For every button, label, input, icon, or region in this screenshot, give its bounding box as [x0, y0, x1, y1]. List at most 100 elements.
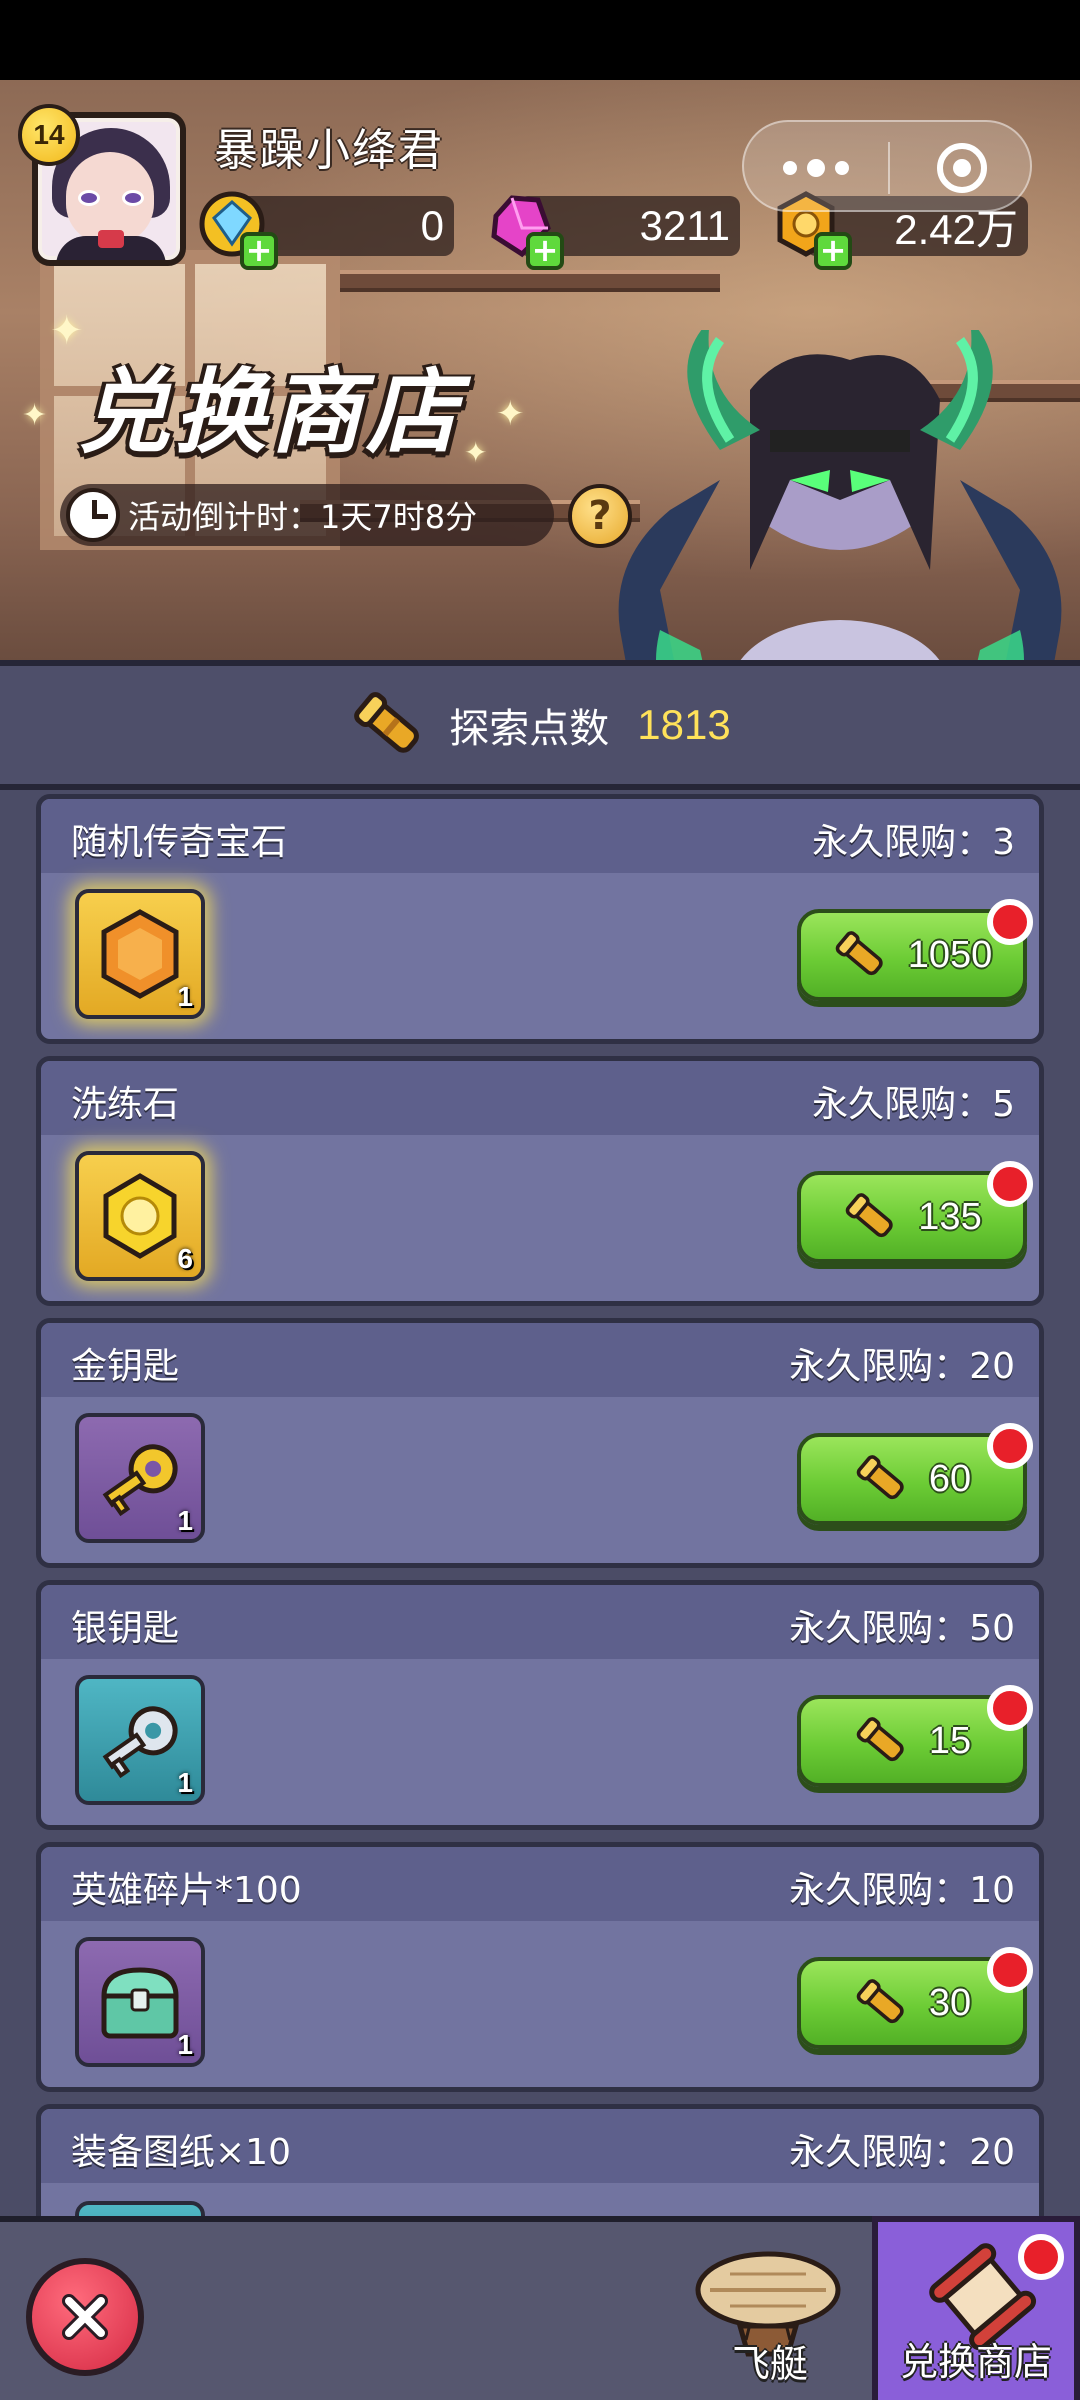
card-header: 金钥匙 永久限购：20	[41, 1323, 1039, 1397]
status-bar	[0, 0, 1080, 80]
currency-value: 3211	[639, 202, 730, 249]
purchase-limit: 永久限购：50	[789, 1608, 1015, 1649]
item-slot[interactable]: 1	[75, 1413, 205, 1543]
card-header: 随机传奇宝石 永久限购：3	[41, 799, 1039, 873]
item-slot[interactable]: 1	[75, 1675, 205, 1805]
purchase-limit: 永久限购：20	[789, 2132, 1015, 2173]
more-options-button[interactable]	[744, 122, 888, 214]
item-count: 1	[177, 2029, 193, 2060]
event-countdown: 活动倒计时：1天7时8分	[60, 484, 554, 546]
nav-exchange-shop-label: 兑换商店	[899, 2340, 1052, 2384]
shop-banner: 14 暴躁小绛君 0 + 3211 + 2.42万 + ✦ ✦ ✦ ✦ 兑换商店…	[0, 80, 1080, 660]
card-header: 洗练石 永久限购：5	[41, 1061, 1039, 1135]
item-price: 30	[928, 1981, 972, 2024]
player-name: 暴躁小绛君	[214, 125, 444, 176]
notification-dot	[987, 899, 1033, 945]
avatar-bow	[98, 230, 124, 248]
silver-key-icon	[102, 1706, 178, 1779]
spyglass-icon	[856, 1979, 904, 2024]
item-name: 英雄碎片*100	[71, 1870, 302, 1911]
card-header: 银钥匙 永久限购：50	[41, 1585, 1039, 1659]
clock-icon	[66, 488, 120, 542]
purchase-limit: 永久限购：20	[789, 1346, 1015, 1387]
points-label: 探索点数	[449, 706, 610, 752]
item-count: 1	[177, 981, 193, 1012]
miniprogram-capsule	[742, 120, 1032, 212]
spyglass-icon	[856, 1717, 904, 1762]
hero-chest-icon	[101, 1967, 179, 2039]
shelf-decoration	[340, 270, 720, 292]
shop-item-card: 装备图纸×10 永久限购：20	[36, 2104, 1044, 2216]
nav-exchange-shop-tab[interactable]: 兑换商店	[872, 2216, 1080, 2400]
item-slot[interactable]: 6	[75, 1151, 205, 1281]
shop-item-list[interactable]: 随机传奇宝石 永久限购：3 1 1050 洗练石 永久限购：5 6 135 金钥…	[0, 790, 1080, 2216]
item-name: 洗练石	[71, 1084, 180, 1125]
shop-title: 兑换商店	[78, 359, 463, 466]
close-shop-button[interactable]	[26, 2258, 144, 2376]
shop-item-card: 随机传奇宝石 永久限购：3 1 1050	[36, 794, 1044, 1044]
buy-button[interactable]: 135	[797, 1161, 1033, 1263]
item-count: 1	[177, 1767, 193, 1798]
avatar-eye	[122, 190, 144, 206]
countdown-text: 活动倒计时：1天7时8分	[128, 498, 478, 536]
level-badge: 14	[18, 104, 80, 166]
nav-airship-tab[interactable]: 飞艇	[680, 2242, 860, 2400]
gold-key-icon	[102, 1444, 178, 1517]
buy-button[interactable]: 15	[797, 1685, 1033, 1787]
item-price: 135	[918, 1195, 982, 1238]
notification-dot	[987, 1161, 1033, 1207]
card-header: 装备图纸×10 永久限购：20	[41, 2109, 1039, 2183]
item-slot[interactable]	[75, 2201, 205, 2216]
purchase-limit: 永久限购：3	[812, 822, 1015, 863]
points-value: 1813	[637, 701, 731, 748]
orange-gem-icon	[101, 909, 179, 999]
buy-button[interactable]: 60	[797, 1423, 1033, 1525]
add-currency-button[interactable]: +	[814, 232, 852, 270]
item-name: 装备图纸×10	[71, 2132, 291, 2173]
spyglass-icon	[354, 692, 420, 753]
notification-dot	[987, 1423, 1033, 1469]
spyglass-icon	[856, 1455, 904, 1500]
item-count: 1	[177, 1505, 193, 1536]
item-price: 60	[928, 1457, 972, 1500]
blue-gem-coin-icon[interactable]: +	[196, 188, 278, 270]
nav-airship-label: 飞艇	[731, 2342, 808, 2386]
exit-miniprogram-button[interactable]	[890, 122, 1034, 214]
avatar-eye	[78, 190, 100, 206]
notification-dot	[1018, 2234, 1064, 2280]
item-slot[interactable]: 1	[75, 1937, 205, 2067]
add-currency-button[interactable]: +	[526, 232, 564, 270]
shop-item-card: 银钥匙 永久限购：50 1 15	[36, 1580, 1044, 1830]
help-button[interactable]: ?	[568, 484, 632, 548]
sparkle-icon: ✦	[464, 436, 488, 469]
close-icon	[62, 2294, 108, 2340]
item-name: 金钥匙	[71, 1346, 180, 1387]
bottom-nav: 飞艇 兑换商店	[0, 2216, 1080, 2400]
item-price: 15	[928, 1719, 972, 1762]
sparkle-icon: ✦	[22, 398, 48, 433]
buy-button[interactable]: 1050	[797, 899, 1033, 1001]
item-price: 1050	[907, 933, 993, 976]
currency-value: 0	[420, 202, 444, 249]
spyglass-icon	[835, 931, 883, 976]
shop-item-card: 洗练石 永久限购：5 6 135	[36, 1056, 1044, 1306]
item-name: 随机传奇宝石	[71, 822, 288, 863]
item-name: 银钥匙	[71, 1608, 180, 1649]
item-slot[interactable]: 1	[75, 889, 205, 1019]
purchase-limit: 永久限购：5	[812, 1084, 1015, 1125]
item-count: 6	[177, 1243, 193, 1274]
notification-dot	[987, 1685, 1033, 1731]
shop-item-card: 金钥匙 永久限购：20 1 60	[36, 1318, 1044, 1568]
notification-dot	[987, 1947, 1033, 1993]
sparkle-icon: ✦	[496, 394, 525, 434]
exploration-points-bar: 探索点数 1813	[0, 660, 1080, 790]
buy-button[interactable]: 30	[797, 1947, 1033, 2049]
demon-hunter-character	[618, 330, 1062, 660]
pink-crystal-icon[interactable]: +	[482, 188, 564, 270]
spyglass-icon	[846, 1193, 893, 1238]
purchase-limit: 永久限购：10	[789, 1870, 1015, 1911]
card-header: 英雄碎片*100 永久限购：10	[41, 1847, 1039, 1921]
yellow-stone-icon	[103, 1173, 177, 1259]
shop-item-card: 英雄碎片*100 永久限购：10 1 30	[36, 1842, 1044, 2092]
add-currency-button[interactable]: +	[240, 232, 278, 270]
